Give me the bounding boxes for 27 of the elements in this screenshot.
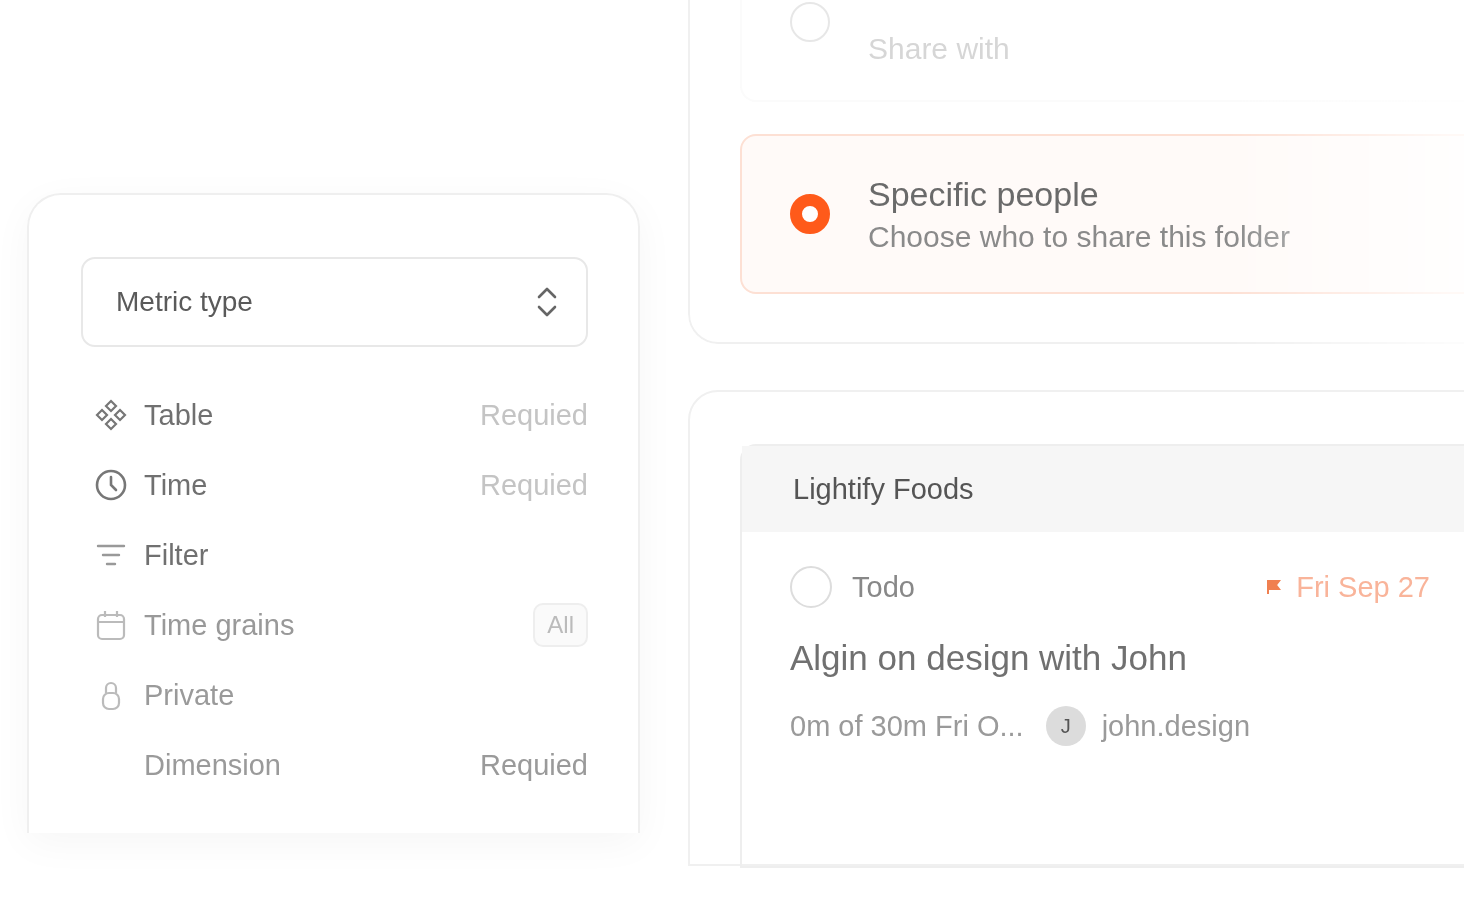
required-hint: Requied bbox=[479, 398, 588, 432]
option-title: Specific people bbox=[868, 174, 1100, 214]
share-option[interactable]: Specific people Choose who to share this folder bbox=[740, 134, 1464, 294]
assignee-name: john.design bbox=[1101, 709, 1250, 743]
field-label: Table bbox=[144, 398, 215, 432]
time-estimate: 0m of 30m Fri O... bbox=[790, 709, 1024, 743]
required-hint: Requied bbox=[479, 748, 588, 782]
field-label: Private bbox=[144, 678, 236, 712]
field-label: Time grains bbox=[144, 608, 296, 642]
field-label: Time bbox=[144, 468, 209, 502]
calendar-icon bbox=[95, 609, 127, 641]
task-title: Algin on design with John bbox=[790, 638, 1188, 678]
metric-type-select[interactable]: Metric type bbox=[81, 257, 588, 347]
clock-icon bbox=[95, 469, 127, 501]
field-label: Filter bbox=[144, 538, 210, 572]
due-date: Fri Sep 27 bbox=[1296, 570, 1430, 604]
diamonds-icon bbox=[95, 399, 127, 431]
field-label: Dimension bbox=[144, 748, 282, 782]
avatar: J bbox=[1045, 706, 1086, 746]
status-circle[interactable] bbox=[790, 566, 832, 608]
flag-icon bbox=[1266, 579, 1283, 595]
option-description: Choose who to share this folder bbox=[868, 219, 1290, 254]
task-status: Todo bbox=[852, 570, 916, 604]
chevron-up-down-icon bbox=[536, 286, 558, 318]
required-hint: Requied bbox=[479, 468, 588, 502]
radio-button[interactable] bbox=[790, 194, 830, 234]
project-name: Lightify Foods bbox=[793, 472, 974, 506]
